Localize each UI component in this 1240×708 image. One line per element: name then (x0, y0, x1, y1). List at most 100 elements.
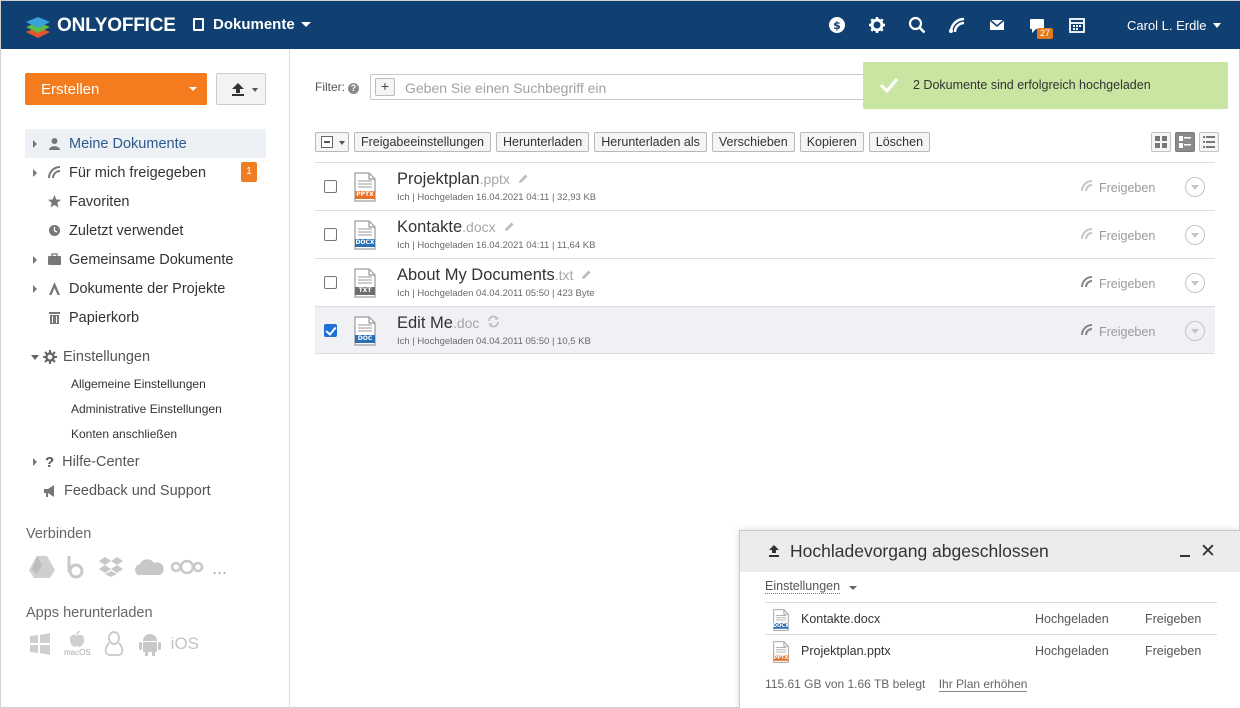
compact-list-view-button[interactable] (1175, 132, 1195, 152)
feed-icon[interactable] (947, 15, 967, 35)
expand-arrow-icon[interactable] (33, 168, 37, 177)
share-button[interactable]: Freigeben (1081, 228, 1155, 243)
settings-section[interactable]: Einstellungen (25, 345, 150, 369)
add-filter-button[interactable]: + (375, 78, 395, 96)
onedrive-icon[interactable] (132, 555, 164, 579)
sidebar-item-shared-with-me[interactable]: Für mich freigegeben 1 (25, 158, 266, 187)
expand-arrow-icon (33, 458, 37, 466)
pencil-icon[interactable] (518, 172, 529, 187)
share-button[interactable]: Freigeben (1081, 276, 1155, 291)
dollar-icon[interactable]: $ (827, 15, 847, 35)
file-name[interactable]: Projektplan.pptx (397, 170, 529, 189)
onlyoffice-logo[interactable]: ONLYOFFICE (25, 13, 176, 39)
convert-icon[interactable] (487, 315, 500, 331)
uploaded-file-name[interactable]: Projektplan.pptx (801, 644, 891, 658)
file-name[interactable]: Edit Me.doc (397, 314, 500, 333)
sidebar-item-project-documents[interactable]: Dokumente der Projekte (25, 274, 266, 303)
file-checkbox[interactable] (324, 180, 337, 193)
chat-icon[interactable]: 27 (1027, 15, 1054, 39)
help-center-link[interactable]: ? Hilfe-Center (25, 451, 140, 473)
create-button[interactable]: Erstellen (25, 73, 207, 105)
windows-icon[interactable] (28, 632, 52, 656)
upload-panel-title: Hochladevorgang abgeschlossen (790, 541, 1049, 561)
toast-message: 2 Dokumente sind erfolgreich hochgeladen (913, 78, 1151, 92)
sidebar-item-my-documents[interactable]: Meine Dokumente (25, 129, 266, 158)
file-icon-wrapper: DOCX (353, 220, 377, 250)
upload-success-toast: 2 Dokumente sind erfolgreich hochgeladen (863, 62, 1228, 109)
sidebar-item-common-documents[interactable]: Gemeinsame Dokumente (25, 245, 266, 274)
app-downloads: macOS iOS (28, 631, 199, 657)
select-all-checkbox[interactable] (315, 132, 349, 152)
file-checkbox[interactable] (324, 276, 337, 289)
file-context-menu-icon[interactable] (1185, 273, 1205, 293)
android-icon[interactable] (138, 631, 161, 657)
settings-admin-link[interactable]: Administrative Einstellungen (71, 402, 222, 416)
file-row-about-my-documents[interactable]: TXT About My Documents.txt Ich | Hochgelad… (315, 258, 1215, 306)
calendar-icon[interactable] (1067, 15, 1087, 35)
sharing-settings-button[interactable]: Freigabeeinstellungen (354, 132, 492, 152)
pencil-icon[interactable] (504, 220, 515, 235)
file-type-icon: DOCX (772, 609, 790, 631)
dropbox-icon[interactable] (98, 555, 124, 579)
help-icon[interactable]: ? (348, 83, 359, 94)
expand-arrow-icon[interactable] (33, 284, 37, 293)
mail-icon[interactable] (987, 15, 1007, 35)
copy-button[interactable]: Kopieren (799, 132, 864, 152)
filter-label: Filter:? (315, 80, 359, 94)
box-icon[interactable] (66, 555, 86, 579)
share-label: Freigeben (1099, 276, 1156, 291)
file-context-menu-icon[interactable] (1185, 225, 1205, 245)
file-checkbox[interactable] (324, 324, 337, 337)
file-context-menu-icon[interactable] (1185, 177, 1205, 197)
upgrade-plan-link[interactable]: Ihr Plan erhöhen (938, 677, 1028, 692)
feedback-link[interactable]: Feedback und Support (25, 480, 211, 502)
file-name[interactable]: About My Documents.txt (397, 266, 592, 285)
chevron-down-icon[interactable] (849, 586, 857, 590)
more-services-button[interactable]: ... (212, 558, 227, 579)
module-switcher[interactable]: Dokumente (193, 16, 311, 33)
filter-search-box[interactable]: + Geben Sie einen Suchbegriff ein (370, 74, 870, 100)
delete-button[interactable]: Löschen (868, 132, 931, 152)
expand-arrow-icon[interactable] (33, 255, 37, 264)
search-icon[interactable] (907, 15, 927, 35)
settings-connect-accounts-link[interactable]: Konten anschließen (71, 427, 177, 441)
search-input[interactable]: Geben Sie einen Suchbegriff ein (405, 80, 606, 96)
upload-button[interactable] (216, 73, 266, 105)
upload-row-projektplan: PPTX Projektplan.pptx Hochgeladen Freigeben (765, 634, 1217, 666)
file-row-kontakte[interactable]: DOCX Kontakte.docx Ich | Hochgeladen 16.04… (315, 210, 1215, 258)
download-as-button[interactable]: Herunterladen als (594, 132, 707, 152)
file-name[interactable]: Kontakte.docx (397, 218, 515, 237)
upload-share-link[interactable]: Freigeben (1145, 644, 1201, 658)
close-icon[interactable]: ✕ (1200, 542, 1216, 561)
share-icon (47, 166, 61, 180)
share-button[interactable]: Freigeben (1081, 180, 1155, 195)
move-button[interactable]: Verschieben (711, 132, 795, 152)
list-view-button[interactable] (1199, 132, 1219, 152)
upload-settings-link[interactable]: Einstellungen (765, 579, 841, 594)
file-meta: Ich | Hochgeladen 16.04.2021 04:11 | 32,… (397, 192, 597, 203)
file-checkbox[interactable] (324, 228, 337, 241)
sidebar-item-favorites[interactable]: Favoriten (25, 187, 266, 216)
file-context-menu-icon[interactable] (1185, 321, 1205, 341)
sidebar-item-recent[interactable]: Zuletzt verwendet (25, 216, 266, 245)
google-drive-icon[interactable] (28, 555, 56, 579)
expand-arrow-icon[interactable] (33, 139, 37, 148)
minimize-icon[interactable] (1180, 555, 1190, 557)
nextcloud-icon[interactable] (170, 555, 204, 579)
sidebar-item-trash[interactable]: Papierkorb (25, 303, 266, 332)
grid-view-button[interactable] (1151, 132, 1171, 152)
pencil-icon[interactable] (581, 268, 592, 283)
share-button[interactable]: Freigeben (1081, 324, 1155, 339)
user-menu[interactable]: Carol L. Erdle (1127, 18, 1222, 33)
upload-share-link[interactable]: Freigeben (1145, 612, 1201, 626)
linux-icon[interactable] (103, 631, 125, 657)
checkbox-indeterminate-icon (321, 136, 333, 148)
file-row-edit-me[interactable]: DOC Edit Me.doc Ich | Hochgeladen 04.04.20… (315, 306, 1215, 354)
file-row-projektplan[interactable]: PPTX Projektplan.pptx Ich | Hochgeladen 16… (315, 162, 1215, 210)
macos-download[interactable]: macOS (64, 631, 91, 657)
gear-icon[interactable] (867, 15, 887, 35)
download-button[interactable]: Herunterladen (496, 132, 590, 152)
uploaded-file-name[interactable]: Kontakte.docx (801, 612, 880, 626)
ios-label[interactable]: iOS (171, 634, 199, 654)
settings-general-link[interactable]: Allgemeine Einstellungen (71, 377, 206, 391)
